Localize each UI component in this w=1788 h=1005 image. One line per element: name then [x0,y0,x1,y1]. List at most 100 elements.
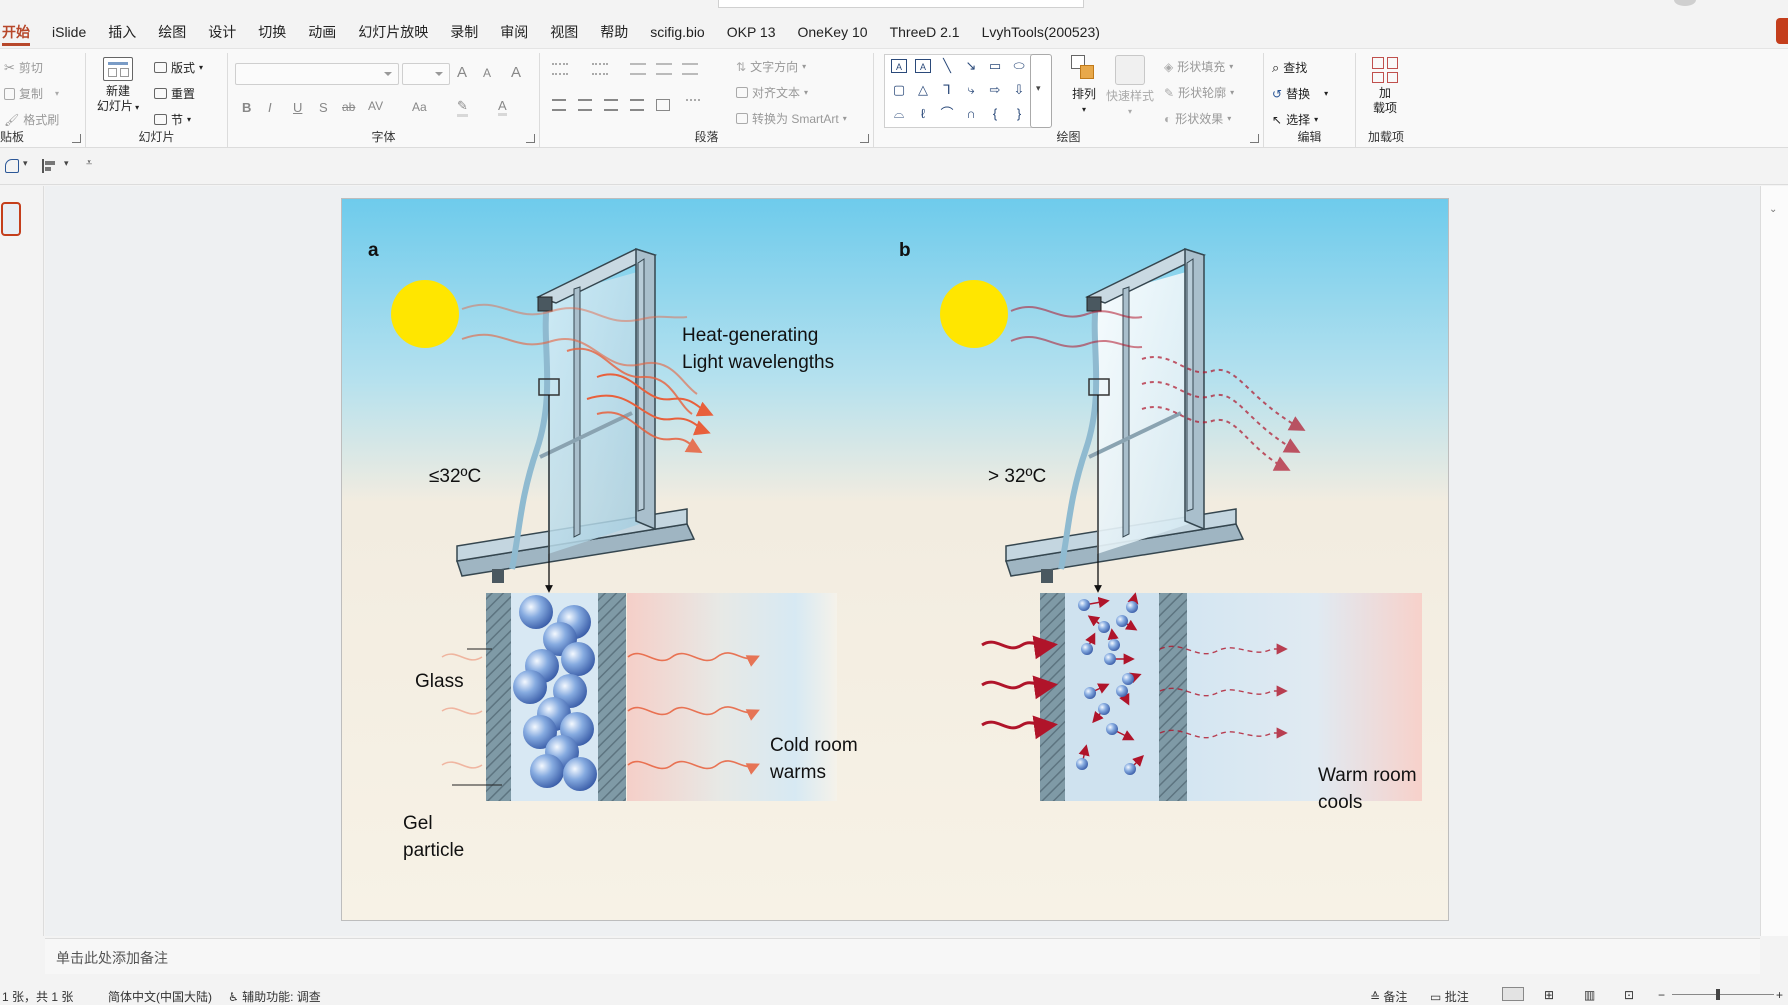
line-icon[interactable]: ╲ [939,59,955,73]
arc-icon[interactable]: ⌒ [939,107,955,121]
triangle-icon[interactable]: △ [915,83,931,97]
curve-icon[interactable]: ∩ [963,107,979,121]
format-painter-button[interactable]: 🖌 格式刷 [4,111,59,128]
tab-13[interactable]: OKP 13 [716,18,787,46]
shape-fill-button[interactable]: ◈ 形状填充 ▾ [1164,58,1233,75]
rectangle-icon[interactable]: ▭ [987,59,1003,73]
align-left-icon[interactable] [552,99,566,111]
notes-toggle[interactable]: ≙ 备注 [1370,988,1407,1005]
oval-icon[interactable]: ⬭ [1011,59,1027,73]
font-size-select[interactable] [402,63,450,85]
font-color-button[interactable]: A [498,98,507,116]
vertical-text-box-icon[interactable]: A [915,59,931,73]
strikethrough-button[interactable]: ab [342,100,355,114]
tab-3[interactable]: 绘图 [147,18,197,46]
numbering-icon[interactable] [592,63,608,75]
normal-view-button[interactable] [1502,987,1524,1001]
line-spacing-icon[interactable] [682,63,698,75]
decrease-indent-icon[interactable] [630,63,646,75]
customize-qat-icon[interactable]: ⩡ [86,157,92,170]
comments-toggle[interactable]: ▭ 批注 [1430,988,1469,1005]
tab-0[interactable]: 开始 [0,18,41,46]
slideshow-icon[interactable]: ⊡ [1624,988,1634,1002]
right-brace-icon[interactable]: } [1011,107,1027,121]
bold-button[interactable]: B [242,100,251,115]
tab-11[interactable]: 帮助 [589,18,639,46]
tab-9[interactable]: 审阅 [489,18,539,46]
reading-view-icon[interactable]: ▥ [1584,988,1595,1002]
text-box-icon[interactable]: A [891,59,907,73]
columns-icon[interactable] [686,99,700,111]
italic-button[interactable]: I [268,100,272,115]
quick-styles-button[interactable]: 快速样式 ▾ [1102,55,1158,119]
elbow-arrow-icon[interactable]: ⤷ [963,83,979,97]
zoom-out-icon[interactable]: − [1658,988,1665,1002]
tab-7[interactable]: 幻灯片放映 [347,18,439,46]
tab-12[interactable]: scifig.bio [639,18,715,46]
align-center-icon[interactable] [578,99,592,111]
underline-button[interactable]: U [293,100,302,115]
paragraph-launcher[interactable] [860,134,869,143]
shapes-gallery[interactable]: A A ╲ ↘ ▭ ⬭ ▢ △ ⅂ ⤷ ⇨ ⇩ ⌓ ℓ ⌒ ∩ { } [884,54,1034,128]
font-launcher[interactable] [526,134,535,143]
tab-4[interactable]: 设计 [197,18,247,46]
tab-6[interactable]: 动画 [297,18,347,46]
justify-icon[interactable] [630,99,644,111]
clipboard-launcher[interactable] [72,134,81,143]
scribble-icon[interactable]: ℓ [915,107,931,121]
tab-5[interactable]: 切换 [247,18,297,46]
zoom-slider[interactable] [1672,994,1774,995]
zoom-in-icon[interactable]: + [1776,988,1783,1002]
shapes-gallery-more[interactable]: ▾ [1030,54,1052,128]
rounded-rect-icon[interactable]: ▢ [891,83,907,97]
language-indicator[interactable]: 简体中文(中国大陆) [108,988,212,1005]
distributed-icon[interactable] [656,99,670,111]
search-box[interactable] [718,0,1084,8]
chevron-down-icon[interactable]: ▾ [64,158,69,169]
down-arrow-icon[interactable]: ⇩ [1011,83,1027,97]
addins-button[interactable]: 加 载项 [1362,57,1408,116]
select-button[interactable]: ↖ 选择 ▾ [1272,111,1318,128]
elbow-connector-icon[interactable]: ⅂ [939,83,955,97]
right-arrow-icon[interactable]: ⇨ [987,83,1003,97]
char-spacing-button[interactable]: AV [368,99,383,113]
smartart-button[interactable]: 转换为 SmartArt ▾ [736,110,847,127]
slide[interactable]: a Heat-generating Light wavelengths ≤32º… [341,198,1449,921]
notes-pane[interactable]: 单击此处添加备注 [45,938,1760,974]
shape-effects-button[interactable]: ◐ 形状效果 ▾ [1164,110,1231,127]
accessibility-status[interactable]: ♿ 辅助功能: 调查 [228,988,321,1005]
drawing-launcher[interactable] [1250,134,1259,143]
reset-button[interactable]: 重置 [154,85,195,102]
tab-1[interactable]: iSlide [41,18,97,46]
tab-2[interactable]: 插入 [97,18,147,46]
text-shadow-button[interactable]: S [319,100,328,115]
grow-font-button[interactable]: A [457,64,467,81]
zoom-slider-thumb[interactable] [1716,989,1720,1000]
tab-16[interactable]: LvyhTools(200523) [971,18,1111,46]
tab-8[interactable]: 录制 [439,18,489,46]
shape-outline-button[interactable]: ✎ 形状轮廓 ▾ [1164,84,1234,101]
tab-15[interactable]: ThreeD 2.1 [879,18,971,46]
tab-14[interactable]: OneKey 10 [787,18,879,46]
align-icon[interactable] [42,159,56,173]
shrink-font-button[interactable]: A [483,66,491,80]
slide-sorter-icon[interactable]: ⊞ [1544,988,1554,1002]
font-family-select[interactable] [235,63,399,85]
arrow-line-icon[interactable]: ↘ [963,59,979,73]
left-brace-icon[interactable]: { [987,107,1003,121]
bullets-icon[interactable] [552,63,568,75]
align-right-icon[interactable] [604,99,618,111]
slide-thumbnail-1[interactable] [1,202,21,236]
replace-button[interactable]: ↺ 替换 ▾ [1272,85,1328,102]
copy-button[interactable]: 复制 ▾ [4,85,59,102]
change-case-button[interactable]: Aa [412,100,427,114]
freeform-icon[interactable]: ⌓ [891,107,907,121]
chevron-down-icon[interactable]: ▾ [23,158,28,169]
shapes-icon[interactable] [5,159,19,173]
section-button[interactable]: 节 ▾ [154,111,191,128]
new-slide-button[interactable]: 新建 幻灯片 ▾ [94,57,142,115]
chevron-down-icon[interactable]: ⌄ [1769,204,1777,215]
cut-button[interactable]: ✂ 剪切 [4,59,43,76]
highlight-button[interactable]: ✎ [457,98,468,117]
tab-10[interactable]: 视图 [539,18,589,46]
